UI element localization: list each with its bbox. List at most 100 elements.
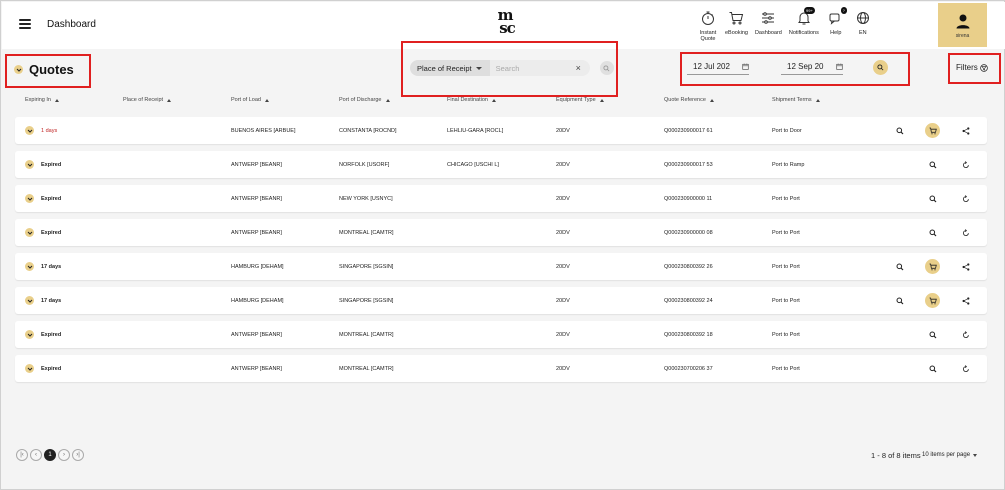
search-type-select[interactable]: Place of Receipt xyxy=(410,60,490,76)
view-button[interactable] xyxy=(925,327,940,342)
column-port-of-load[interactable]: Port of Load xyxy=(231,97,269,103)
search-input[interactable] xyxy=(489,60,590,76)
last-page-button[interactable]: ›| xyxy=(72,449,84,461)
view-button[interactable] xyxy=(925,225,940,240)
renew-button[interactable] xyxy=(958,191,973,206)
items-per-page-select[interactable]: 10 items per page xyxy=(922,452,978,458)
search-icon xyxy=(896,263,904,271)
table-row[interactable]: Expired ANTWERP [BEANR] MONTREAL [CAMTR] 20… xyxy=(15,355,987,382)
cell-discharge: MONTREAL [CAMTR] xyxy=(339,331,394,338)
cell-terms: Port to Port xyxy=(772,365,800,372)
table-row[interactable]: 17 days HAMBURG [DEHAM] SINGAPORE [SGSIN] 2… xyxy=(15,287,987,314)
nav-language[interactable]: EN xyxy=(853,8,873,42)
nav-label: Notifications xyxy=(788,30,819,36)
profile-button[interactable]: sirena xyxy=(938,3,987,47)
date-to-field[interactable]: 12 Sep 20 xyxy=(781,59,843,75)
column-place-of-receipt[interactable]: Place of Receipt xyxy=(123,97,172,103)
cell-terms: Port to Port xyxy=(772,195,800,202)
column-shipment-terms[interactable]: Shipment Terms xyxy=(772,97,820,103)
cart-icon xyxy=(929,263,937,271)
view-button[interactable] xyxy=(925,191,940,206)
search-button[interactable] xyxy=(599,61,614,75)
column-equipment-type[interactable]: Equipment Type xyxy=(556,97,604,103)
cell-reference: Q000230800392 26 xyxy=(664,263,713,270)
cell-reference: Q000230800392 18 xyxy=(664,331,713,338)
chevron-down-icon[interactable] xyxy=(25,330,34,339)
chevron-down-icon[interactable] xyxy=(25,126,34,135)
clear-search-icon[interactable]: × xyxy=(576,63,584,73)
table-row[interactable]: Expired ANTWERP [BEANR] NORFOLK [USORF] CHI… xyxy=(15,151,987,178)
search-icon xyxy=(603,64,610,71)
quotes-title[interactable]: Quotes xyxy=(14,62,74,77)
first-page-button[interactable]: |‹ xyxy=(16,449,28,461)
table-row[interactable]: Expired ANTWERP [BEANR] NEW YORK [USNYC] 20… xyxy=(15,185,987,212)
renew-button[interactable] xyxy=(958,225,973,240)
cart-button[interactable] xyxy=(925,259,940,274)
cell-equipment: 20DV xyxy=(556,127,570,134)
chevron-down-icon[interactable] xyxy=(25,228,34,237)
chevron-down-icon[interactable] xyxy=(25,364,34,373)
search-icon xyxy=(929,365,937,373)
cart-button[interactable] xyxy=(925,123,940,138)
search-icon xyxy=(877,63,884,70)
nav-notifications[interactable]: 99+ Notifications xyxy=(788,7,819,42)
table-row[interactable]: 17 days HAMBURG [DEHAM] SINGAPORE [SGSIN] 2… xyxy=(15,253,987,280)
prev-page-button[interactable]: ‹ xyxy=(30,449,42,461)
table-row[interactable]: 1 days BUENOS AIRES [ARBUE] CONSTANTA [ROC… xyxy=(15,117,987,144)
column-quote-reference[interactable]: Quote Reference xyxy=(664,97,714,103)
date-from-field[interactable]: 12 Jul 202 xyxy=(687,59,749,75)
filters-button[interactable]: Filters xyxy=(956,63,988,72)
cell-discharge: SINGAPORE [SGSIN] xyxy=(339,297,394,304)
page-1-button[interactable]: 1 xyxy=(44,449,56,461)
table-row[interactable]: Expired ANTWERP [BEANR] MONTREAL [CAMTR] 20… xyxy=(15,321,987,348)
table-row[interactable]: Expired ANTWERP [BEANR] MONTREAL [CAMTR] 20… xyxy=(15,219,987,246)
renew-button[interactable] xyxy=(958,157,973,172)
chevron-down-icon[interactable] xyxy=(25,194,34,203)
chevron-down-icon[interactable] xyxy=(25,160,34,169)
cell-load: HAMBURG [DEHAM] xyxy=(231,297,284,304)
hamburger-menu-icon[interactable] xyxy=(19,19,31,29)
view-button[interactable] xyxy=(892,293,907,308)
expiring-value: Expired xyxy=(41,195,62,202)
help-badge: ? xyxy=(840,7,847,14)
column-port-of-discharge[interactable]: Port of Discharge xyxy=(339,97,390,103)
share-button[interactable] xyxy=(958,259,973,274)
column-final-destination[interactable]: Final Destination xyxy=(447,97,496,103)
cell-equipment: 20DV xyxy=(556,331,570,338)
view-button[interactable] xyxy=(925,157,940,172)
column-expiring-in[interactable]: Expiring In xyxy=(25,97,59,103)
next-page-button[interactable]: › xyxy=(58,449,70,461)
nav-label: EN xyxy=(859,30,867,36)
sort-asc-icon xyxy=(599,98,604,102)
share-button[interactable] xyxy=(958,123,973,138)
cell-equipment: 20DV xyxy=(556,297,570,304)
cell-equipment: 20DV xyxy=(556,195,570,202)
renew-button[interactable] xyxy=(958,327,973,342)
expiring-value: Expired xyxy=(41,331,62,338)
column-label: Port of Discharge xyxy=(339,97,382,103)
date-search-button[interactable] xyxy=(873,59,888,75)
share-icon xyxy=(962,296,970,305)
view-button[interactable] xyxy=(892,259,907,274)
filters-label: Filters xyxy=(956,63,978,72)
chevron-down-icon[interactable] xyxy=(25,296,34,305)
msc-logo[interactable]: m sc xyxy=(488,8,522,39)
nav-help[interactable]: ? Help xyxy=(826,7,847,42)
renew-button[interactable] xyxy=(958,361,973,376)
cart-button[interactable] xyxy=(925,293,940,308)
column-label: Final Destination xyxy=(447,97,488,103)
view-button[interactable] xyxy=(925,361,940,376)
app-frame: Dashboard m sc Instant Quote eBooking Da… xyxy=(0,0,1005,490)
view-button[interactable] xyxy=(892,123,907,138)
cell-equipment: 20DV xyxy=(556,161,570,168)
nav-dashboard[interactable]: Dashboard xyxy=(755,8,782,42)
chevron-down-icon[interactable] xyxy=(25,262,34,271)
expiring-value: 1 days xyxy=(41,127,58,134)
nav-ebooking[interactable]: eBooking xyxy=(725,8,748,42)
nav-instant-quote[interactable]: Instant Quote xyxy=(698,8,718,42)
search-icon xyxy=(929,331,937,339)
renew-icon xyxy=(962,228,970,237)
column-label: Shipment Terms xyxy=(772,97,812,103)
share-button[interactable] xyxy=(958,293,973,308)
cell-expiring: 17 days xyxy=(25,287,61,314)
